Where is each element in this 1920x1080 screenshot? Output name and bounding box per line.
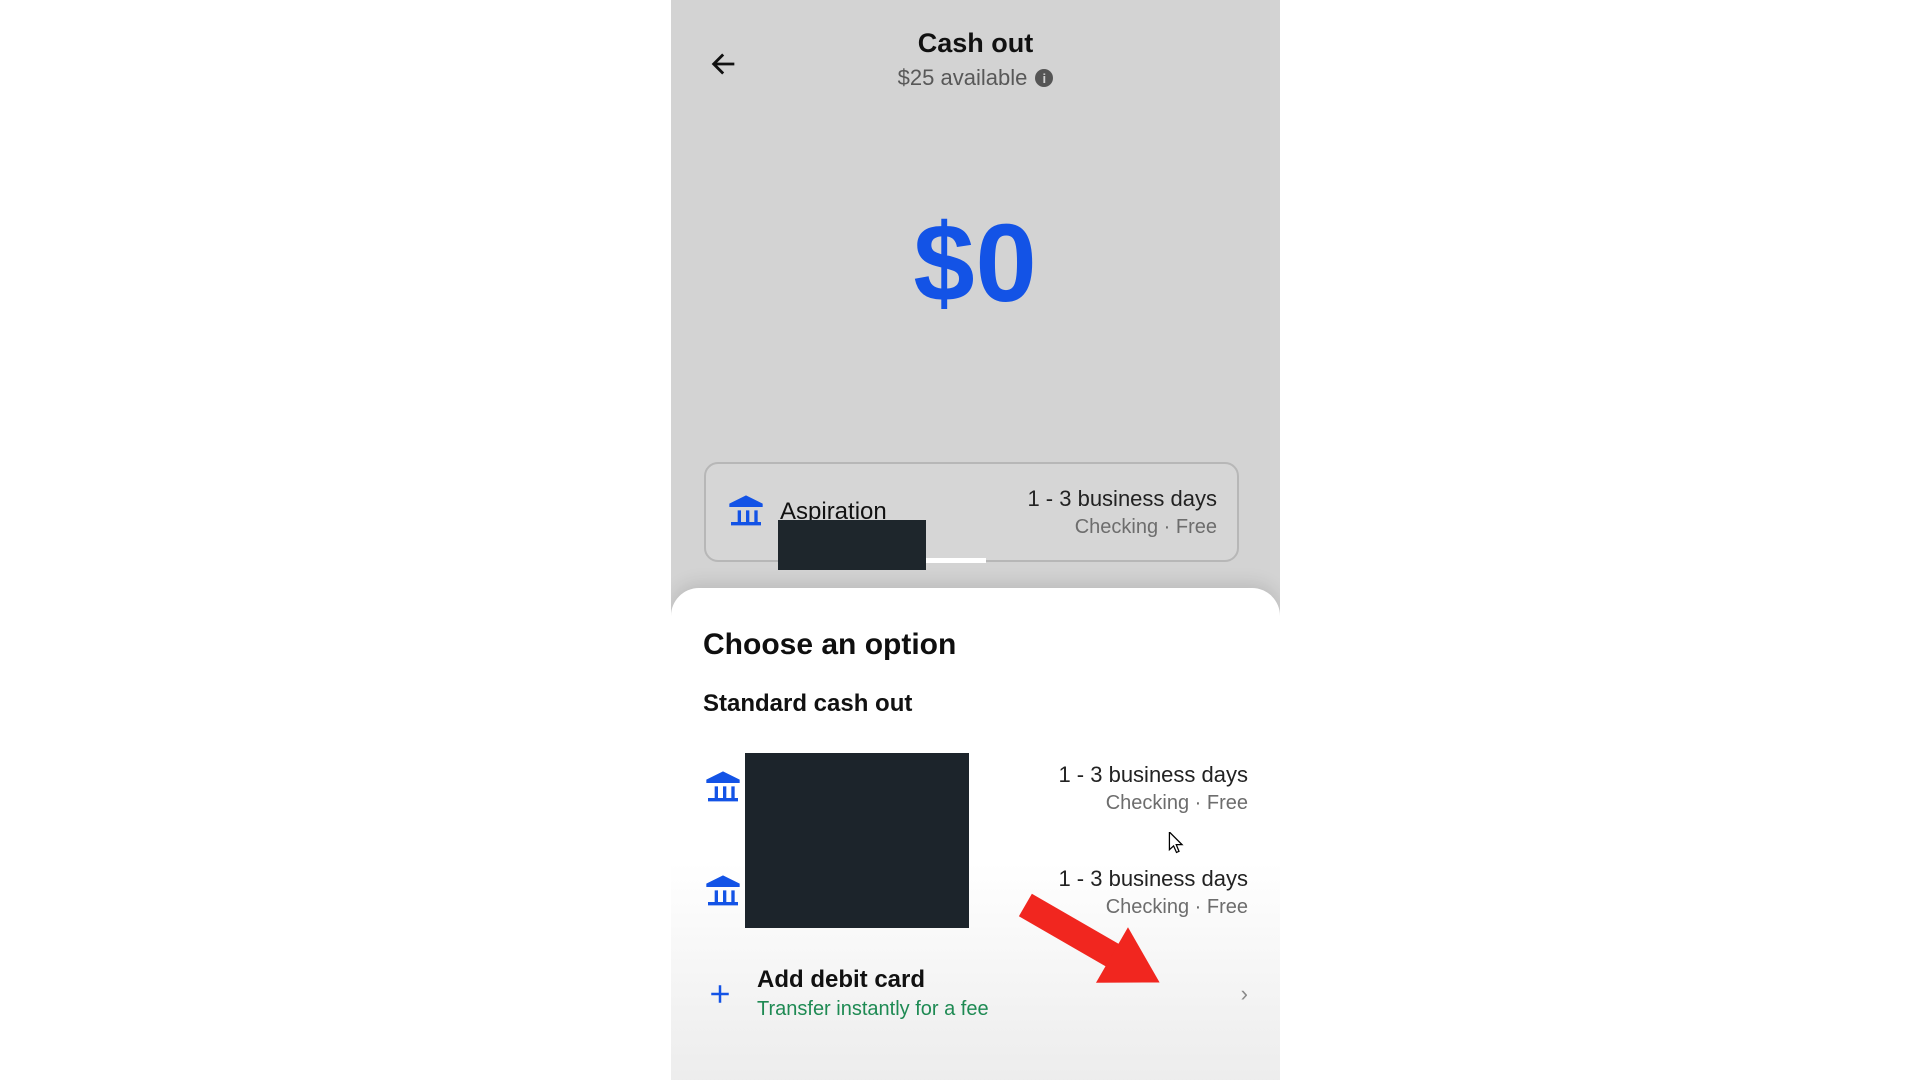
option-0-right: 1 - 3 business days Checking · Free (1058, 762, 1248, 815)
header: Cash out $25 available i (671, 0, 1280, 110)
arrow-left-icon (706, 47, 740, 81)
sheet-section-label: Standard cash out (703, 690, 1248, 718)
chevron-right-icon: › (1241, 981, 1248, 1007)
redaction-underline (926, 558, 986, 563)
available-balance-text: $25 available (898, 65, 1028, 91)
phone-screen: Cash out $25 available i $0 Aspiration 1… (671, 0, 1280, 1080)
page-title: Cash out (671, 0, 1280, 59)
add-debit-subtitle: Transfer instantly for a fee (757, 998, 989, 1021)
options-sheet: Choose an option Standard cash out Aspir… (671, 588, 1280, 1080)
info-icon[interactable]: i (1035, 69, 1053, 87)
option-1-right: 1 - 3 business days Checking · Free (1058, 866, 1248, 919)
sheet-heading: Choose an option (703, 628, 1248, 662)
selected-account-right: 1 - 3 business days Checking · Free (1027, 486, 1217, 539)
bank-icon (726, 492, 766, 532)
cashout-amount[interactable]: $0 (671, 200, 1280, 327)
option-0-detail: Checking · Free (1058, 792, 1248, 815)
selected-account-left: Aspiration (780, 498, 1027, 526)
stage: Cash out $25 available i $0 Aspiration 1… (0, 0, 1920, 1080)
add-debit-text: Add debit card Transfer instantly for a … (757, 966, 989, 1021)
redaction-block (778, 520, 926, 570)
selected-account-timing: 1 - 3 business days (1027, 486, 1217, 512)
add-debit-title: Add debit card (757, 966, 989, 994)
selected-account-card[interactable]: Aspiration 1 - 3 business days Checking … (704, 462, 1239, 562)
option-1-timing: 1 - 3 business days (1058, 866, 1248, 892)
bank-icon (703, 872, 743, 912)
standard-options-block: Aspiration 1 - 3 business days Checking … (703, 736, 1248, 944)
option-1-detail: Checking · Free (1058, 896, 1248, 919)
selected-account-detail: Checking · Free (1027, 516, 1217, 539)
bank-icon (703, 768, 743, 808)
option-0-timing: 1 - 3 business days (1058, 762, 1248, 788)
plus-icon (703, 977, 737, 1011)
back-button[interactable] (699, 40, 747, 88)
available-balance-row: $25 available i (671, 65, 1280, 91)
add-debit-card-row[interactable]: Add debit card Transfer instantly for a … (703, 944, 1248, 1031)
redaction-block (745, 753, 969, 928)
